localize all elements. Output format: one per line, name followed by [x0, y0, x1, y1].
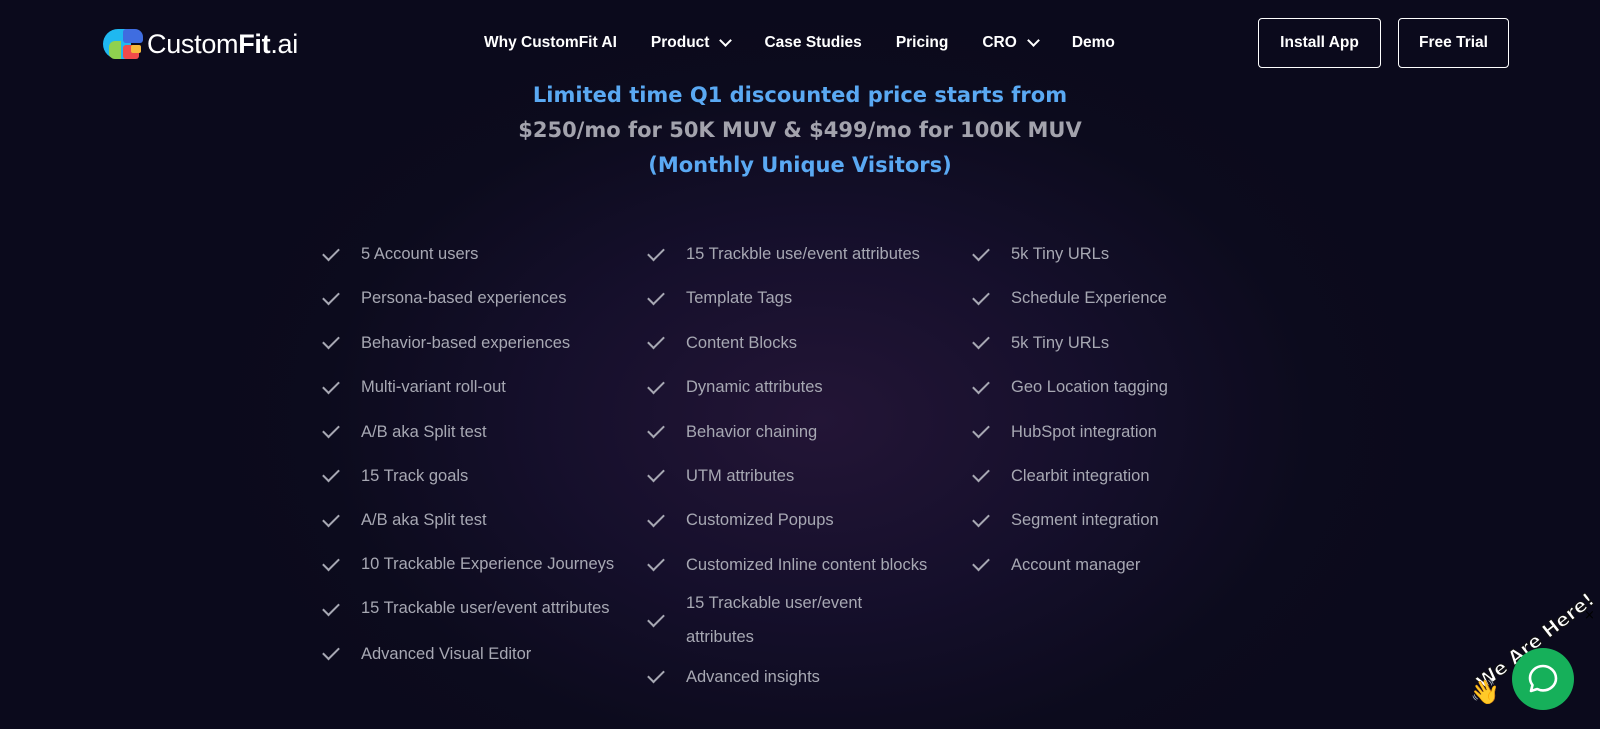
check-icon: [322, 243, 340, 261]
feature-item: Account manager: [972, 543, 1273, 587]
waving-hand-icon: 👋: [1470, 678, 1500, 706]
top-navigation: CustomFit.ai Why CustomFit AI Product Ca…: [0, 0, 1600, 86]
customfit-logo[interactable]: CustomFit.ai: [103, 26, 298, 62]
check-icon: [322, 376, 340, 395]
feature-item: 15 Track goals: [322, 454, 623, 498]
feature-item: 15 Trackble use/event attributes: [647, 232, 968, 276]
check-icon: [972, 287, 990, 306]
check-icon: [647, 420, 665, 439]
check-icon: [647, 609, 665, 628]
nav-demo[interactable]: Demo: [1072, 34, 1115, 52]
nav-pricing[interactable]: Pricing: [896, 34, 949, 52]
chevron-down-icon: [719, 34, 733, 47]
feature-item: 5k Tiny URLs: [972, 232, 1273, 276]
check-icon: [322, 420, 340, 439]
feature-item: Persona-based experiences: [322, 276, 623, 320]
feature-item: 10 Trackable Experience Journeys: [322, 543, 623, 587]
features-column-2: 15 Trackble use/event attributes Templat…: [647, 232, 968, 699]
feature-item: Schedule Experience: [972, 276, 1273, 320]
feature-item: 15 Trackable user/event attributes: [647, 587, 968, 654]
features-column-3: 5k Tiny URLs Schedule Experience 5k Tiny…: [972, 232, 1273, 587]
feature-item: UTM attributes: [647, 454, 968, 498]
logo-text: CustomFit.ai: [147, 28, 298, 59]
feature-item: Advanced Visual Editor: [322, 632, 623, 676]
feature-item: A/B aka Split test: [322, 410, 623, 454]
feature-item: Segment integration: [972, 498, 1273, 542]
check-icon: [972, 420, 990, 439]
check-icon: [647, 465, 665, 483]
check-icon: [322, 642, 340, 661]
check-icon: [647, 553, 665, 572]
check-icon: [647, 376, 665, 395]
check-icon: [647, 243, 665, 261]
check-icon: [322, 331, 340, 350]
nav-why-customfit[interactable]: Why CustomFit AI: [484, 34, 617, 52]
check-icon: [647, 331, 665, 350]
check-icon: [972, 553, 990, 572]
feature-item: Content Blocks: [647, 321, 968, 365]
chat-bubble-icon: [1528, 664, 1558, 693]
install-app-button[interactable]: Install App: [1258, 18, 1381, 68]
check-icon: [322, 553, 340, 572]
nav-product[interactable]: Product: [651, 34, 733, 52]
check-icon: [972, 243, 990, 261]
feature-item: Customized Inline content blocks: [647, 543, 968, 587]
headline-line-1: Limited time Q1 discounted price starts …: [532, 83, 1068, 107]
feature-item: Behavior-based experiences: [322, 321, 623, 365]
check-icon: [647, 287, 665, 306]
check-icon: [322, 287, 340, 306]
check-icon: [972, 509, 990, 528]
feature-item: Clearbit integration: [972, 454, 1273, 498]
feature-item: Advanced insights: [647, 655, 968, 699]
check-icon: [972, 331, 990, 350]
nav-cro[interactable]: CRO: [982, 34, 1040, 52]
feature-item: HubSpot integration: [972, 410, 1273, 454]
feature-item: 5k Tiny URLs: [972, 321, 1273, 365]
check-icon: [647, 509, 665, 528]
feature-item: Dynamic attributes: [647, 365, 968, 409]
check-icon: [972, 376, 990, 395]
pricing-headline: Limited time Q1 discounted price starts …: [0, 78, 1600, 183]
check-icon: [647, 665, 665, 684]
feature-item: 5 Account users: [322, 232, 623, 276]
feature-item: Geo Location tagging: [972, 365, 1273, 409]
check-icon: [322, 509, 340, 528]
feature-item: Customized Popups: [647, 498, 968, 542]
feature-item: 15 Trackable user/event attributes: [322, 587, 623, 631]
chevron-down-icon: [1026, 34, 1040, 47]
feature-item: Multi-variant roll-out: [322, 365, 623, 409]
main-menu: Why CustomFit AI Product Case Studies Pr…: [484, 32, 1149, 54]
feature-item: Template Tags: [647, 276, 968, 320]
headline-line-3: (Monthly Unique Visitors): [648, 153, 952, 177]
headline-line-2: $250/mo for 50K MUV & $499/mo for 100K M…: [518, 118, 1082, 142]
free-trial-button[interactable]: Free Trial: [1398, 18, 1509, 68]
check-icon: [322, 465, 340, 483]
check-icon: [322, 598, 340, 616]
check-icon: [972, 465, 990, 483]
nav-case-studies[interactable]: Case Studies: [764, 34, 861, 52]
feature-item: A/B aka Split test: [322, 498, 623, 542]
features-column-1: 5 Account users Persona-based experience…: [322, 232, 623, 676]
chat-widget: × We Are Here! 👋: [1460, 588, 1600, 729]
logo-icon: [103, 27, 143, 61]
chat-button[interactable]: [1512, 648, 1574, 710]
feature-item: Behavior chaining: [647, 410, 968, 454]
